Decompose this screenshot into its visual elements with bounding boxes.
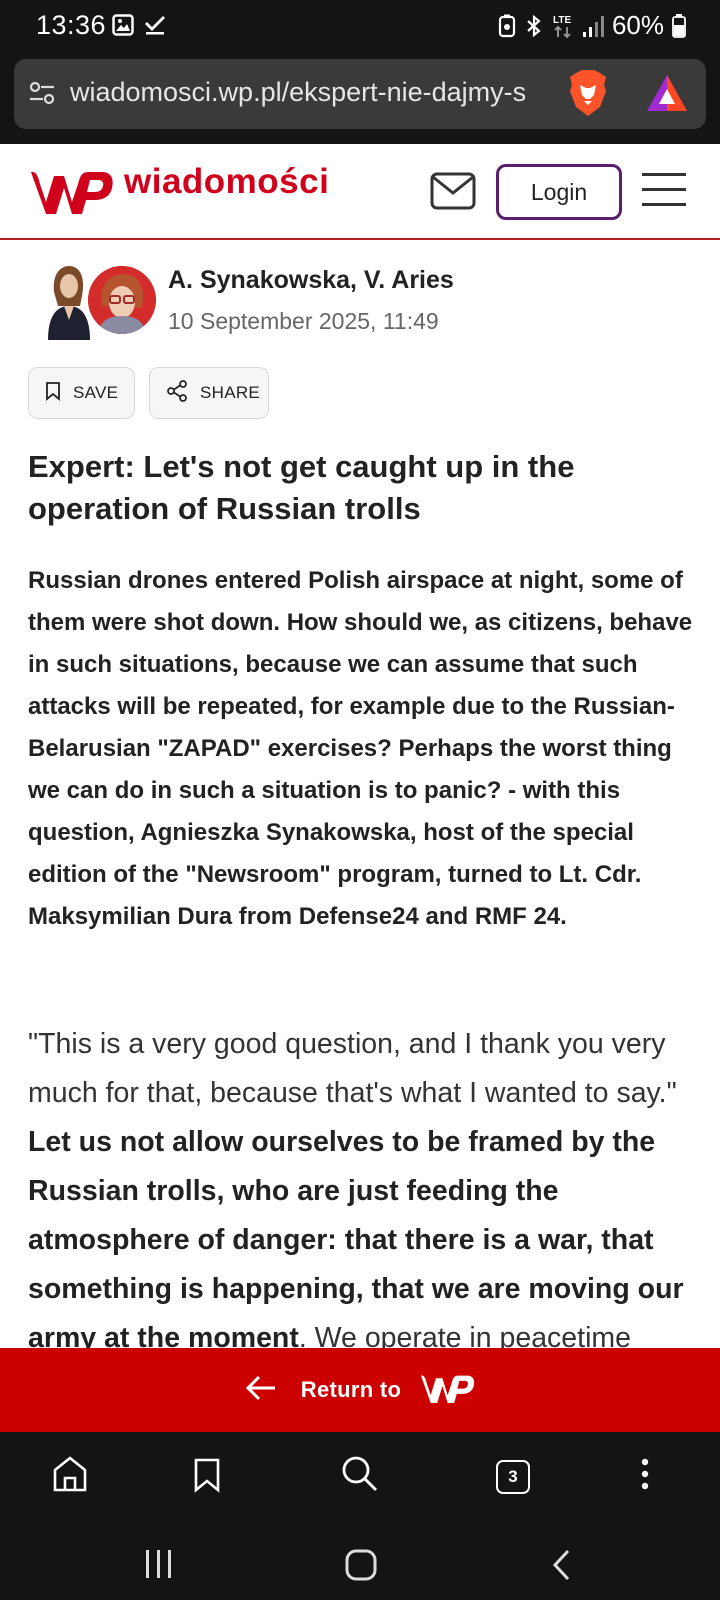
arrow-left-icon: [245, 1375, 277, 1406]
mail-icon[interactable]: [430, 172, 476, 215]
article-lead: Russian drones entered Polish airspace a…: [28, 567, 693, 930]
browser-bar: wiadomosci.wp.pl/ekspert-nie-dajmy-s: [0, 52, 720, 144]
back-icon[interactable]: [550, 1548, 572, 1587]
save-button[interactable]: SAVE: [28, 367, 135, 419]
battery-saver-icon: [498, 14, 516, 38]
article-title: Expert: Let's not get caught up in the o…: [28, 449, 575, 526]
article-body-paragraph: "This is a very good question, and I tha…: [28, 1020, 700, 1363]
body-bold-text: Let us not allow ourselves to be framed …: [28, 1126, 684, 1354]
share-icon: [166, 379, 188, 407]
status-notification-icons: [112, 14, 166, 36]
return-label: Return to: [300, 1377, 402, 1402]
browser-bottom-toolbar: 3: [0, 1432, 720, 1528]
logo-text[interactable]: wiadomości: [124, 162, 329, 202]
system-navigation-bar: [0, 1528, 720, 1600]
tabs-count-button[interactable]: 3: [496, 1460, 530, 1494]
site-header: wiadomości Login: [0, 144, 720, 240]
bluetooth-icon: [524, 14, 544, 38]
battery-percent: 60%: [611, 10, 664, 40]
lte-icon: LTE: [552, 13, 574, 39]
bookmarks-icon[interactable]: [192, 1454, 222, 1499]
return-to-wp-bar[interactable]: Return to: [0, 1348, 720, 1432]
home-icon[interactable]: [52, 1454, 88, 1499]
status-system-icons: LTE 60%: [498, 10, 686, 41]
url-text[interactable]: wiadomosci.wp.pl/ekspert-nie-dajmy-s: [70, 77, 560, 108]
avatar[interactable]: [88, 266, 156, 334]
publish-date: 10 September 2025, 11:49: [168, 308, 439, 334]
home-button-icon[interactable]: [344, 1548, 378, 1587]
body-quote: "This is a very good question, and I tha…: [28, 1028, 677, 1109]
check-icon: [144, 14, 166, 36]
address-bar[interactable]: wiadomosci.wp.pl/ekspert-nie-dajmy-s: [14, 59, 706, 129]
hamburger-menu-icon[interactable]: [642, 170, 686, 215]
brave-shields-icon[interactable]: [566, 69, 610, 122]
recent-apps-icon[interactable]: [144, 1548, 174, 1585]
gallery-icon: [112, 14, 134, 36]
author-avatars: [40, 262, 156, 340]
author-names[interactable]: A. Synakowska, V. Aries: [168, 266, 454, 295]
brave-rewards-icon[interactable]: [646, 73, 688, 118]
share-label: SHARE: [200, 383, 261, 402]
wp-logo-icon[interactable]: [28, 166, 114, 221]
signal-icon: [582, 14, 604, 38]
status-bar: 13:36 LTE 60%: [0, 0, 720, 52]
share-button[interactable]: SHARE: [149, 367, 269, 419]
status-time: 13:36: [36, 10, 107, 40]
svg-text:LTE: LTE: [553, 15, 571, 26]
more-options-icon[interactable]: [640, 1454, 650, 1499]
bookmark-icon: [45, 381, 61, 406]
save-label: SAVE: [73, 383, 119, 402]
site-settings-icon[interactable]: [28, 79, 56, 112]
wp-logo-icon: [419, 1371, 475, 1410]
login-button[interactable]: Login: [496, 164, 622, 220]
search-icon[interactable]: [340, 1454, 380, 1499]
battery-icon: [672, 13, 686, 38]
